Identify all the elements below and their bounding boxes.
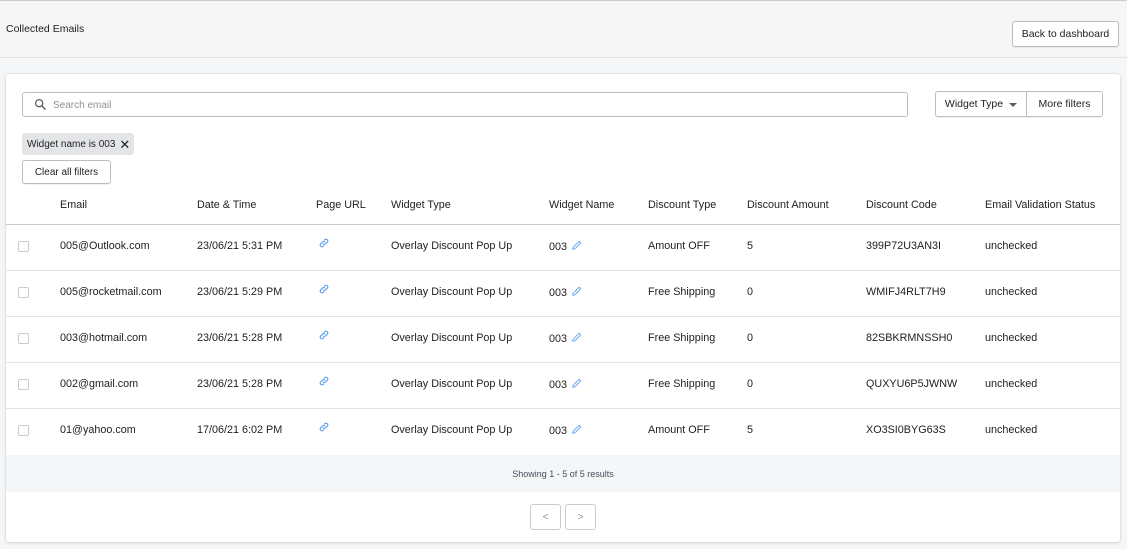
widget-name-value: 003 [549,287,568,299]
emails-card: Widget Type More filters Widget name is … [6,74,1120,542]
discount-type-cell: Amount OFF [648,240,710,252]
column-header-page-url: Page URL [316,199,366,211]
email-cell: 002@gmail.com [60,378,139,390]
table-header: Email Date & Time Page URL Widget Type W… [6,188,1120,225]
caret-down-icon [1009,102,1018,107]
widget-name-cell: 003 [549,286,582,299]
next-page-button[interactable]: > [565,504,596,530]
applied-filter-label: Widget name is 003 [27,138,116,150]
email-cell: 005@rocketmail.com [60,286,162,298]
link-icon[interactable] [318,329,330,341]
widget-name-cell: 003 [549,424,582,437]
link-icon[interactable] [318,375,330,387]
discount-code-cell: XO3SI0BYG63S [866,424,946,436]
previous-page-button[interactable]: < [530,504,561,530]
row-checkbox[interactable] [18,241,29,252]
page-title: Collected Emails [6,23,85,35]
column-header-discount-code: Discount Code [866,199,937,211]
datetime-cell: 23/06/21 5:28 PM [197,378,283,390]
discount-code-cell: 82SBKRMNSSH0 [866,332,953,344]
widget-name-value: 003 [549,241,568,253]
validation-status-cell: unchecked [985,332,1038,344]
search-input[interactable] [51,96,891,114]
widget-name-cell: 003 [549,332,582,345]
discount-amount-cell: 0 [747,378,754,390]
table-row[interactable]: 002@gmail.com 23/06/21 5:28 PM Overlay D… [6,363,1120,409]
widget-type-cell: Overlay Discount Pop Up [391,332,513,344]
row-checkbox[interactable] [18,287,29,298]
discount-amount-cell: 5 [747,240,754,252]
pencil-icon[interactable] [571,240,582,251]
row-checkbox[interactable] [18,333,29,344]
search-icon [34,98,46,110]
datetime-cell: 17/06/21 6:02 PM [197,424,283,436]
discount-type-cell: Free Shipping [648,378,716,390]
pencil-icon[interactable] [571,424,582,435]
applied-filter-tag: Widget name is 003 ✕ [22,133,135,155]
pencil-icon[interactable] [571,332,582,343]
email-cell: 003@hotmail.com [60,332,148,344]
datetime-cell: 23/06/21 5:28 PM [197,332,283,344]
table-row[interactable]: 005@Outlook.com 23/06/21 5:31 PM Overlay… [6,225,1120,271]
widget-type-cell: Overlay Discount Pop Up [391,378,513,390]
link-icon[interactable] [318,237,330,249]
datetime-cell: 23/06/21 5:29 PM [197,286,283,298]
widget-name-cell: 003 [549,378,582,391]
discount-amount-cell: 0 [747,332,754,344]
discount-code-cell: WMIFJ4RLT7H9 [866,286,946,298]
discount-type-cell: Free Shipping [648,286,716,298]
column-header-discount-amount: Discount Amount [747,199,829,211]
column-header-widget-type: Widget Type [391,199,451,211]
close-icon[interactable]: ✕ [119,138,130,151]
email-cell: 01@yahoo.com [60,424,136,436]
widget-name-cell: 003 [549,240,582,253]
results-summary: Showing 1 - 5 of 5 results [6,455,1120,492]
email-cell: 005@Outlook.com [60,240,150,252]
discount-amount-cell: 0 [747,286,754,298]
widget-type-cell: Overlay Discount Pop Up [391,286,513,298]
column-header-email: Email [60,199,87,211]
discount-code-cell: QUXYU6P5JWNW [866,378,958,390]
more-filters-button[interactable]: More filters [1027,91,1103,117]
row-checkbox[interactable] [18,379,29,390]
validation-status-cell: unchecked [985,424,1038,436]
widget-name-value: 003 [549,333,568,345]
row-checkbox[interactable] [18,425,29,436]
column-header-widget-name: Widget Name [549,199,615,211]
column-header-email-validation-status: Email Validation Status [985,199,1096,211]
widget-name-value: 003 [549,425,568,437]
link-icon[interactable] [318,283,330,295]
search-field[interactable] [22,92,908,117]
discount-type-cell: Amount OFF [648,424,710,436]
widget-type-filter-button[interactable]: Widget Type [935,91,1027,117]
table-row[interactable]: 005@rocketmail.com 23/06/21 5:29 PM Over… [6,271,1120,317]
clear-all-filters-button[interactable]: Clear all filters [22,160,111,184]
discount-code-cell: 399P72U3AN3I [866,240,942,252]
link-icon[interactable] [318,421,330,433]
validation-status-cell: unchecked [985,286,1038,298]
top-bar: Collected Emails Back to dashboard [0,0,1127,58]
discount-amount-cell: 5 [747,424,754,436]
validation-status-cell: unchecked [985,378,1038,390]
widget-name-value: 003 [549,379,568,391]
table-row[interactable]: 01@yahoo.com 17/06/21 6:02 PM Overlay Di… [6,409,1120,455]
validation-status-cell: unchecked [985,240,1038,252]
widget-type-label: Widget Type [944,98,1004,110]
column-header-discount-type: Discount Type [648,199,717,211]
column-header-date-time: Date & Time [197,199,257,211]
pencil-icon[interactable] [571,378,582,389]
table-row[interactable]: 003@hotmail.com 23/06/21 5:28 PM Overlay… [6,317,1120,363]
datetime-cell: 23/06/21 5:31 PM [197,240,283,252]
widget-type-cell: Overlay Discount Pop Up [391,240,513,252]
back-to-dashboard-button[interactable]: Back to dashboard [1012,21,1119,47]
pencil-icon[interactable] [571,286,582,297]
discount-type-cell: Free Shipping [648,332,716,344]
widget-type-cell: Overlay Discount Pop Up [391,424,513,436]
